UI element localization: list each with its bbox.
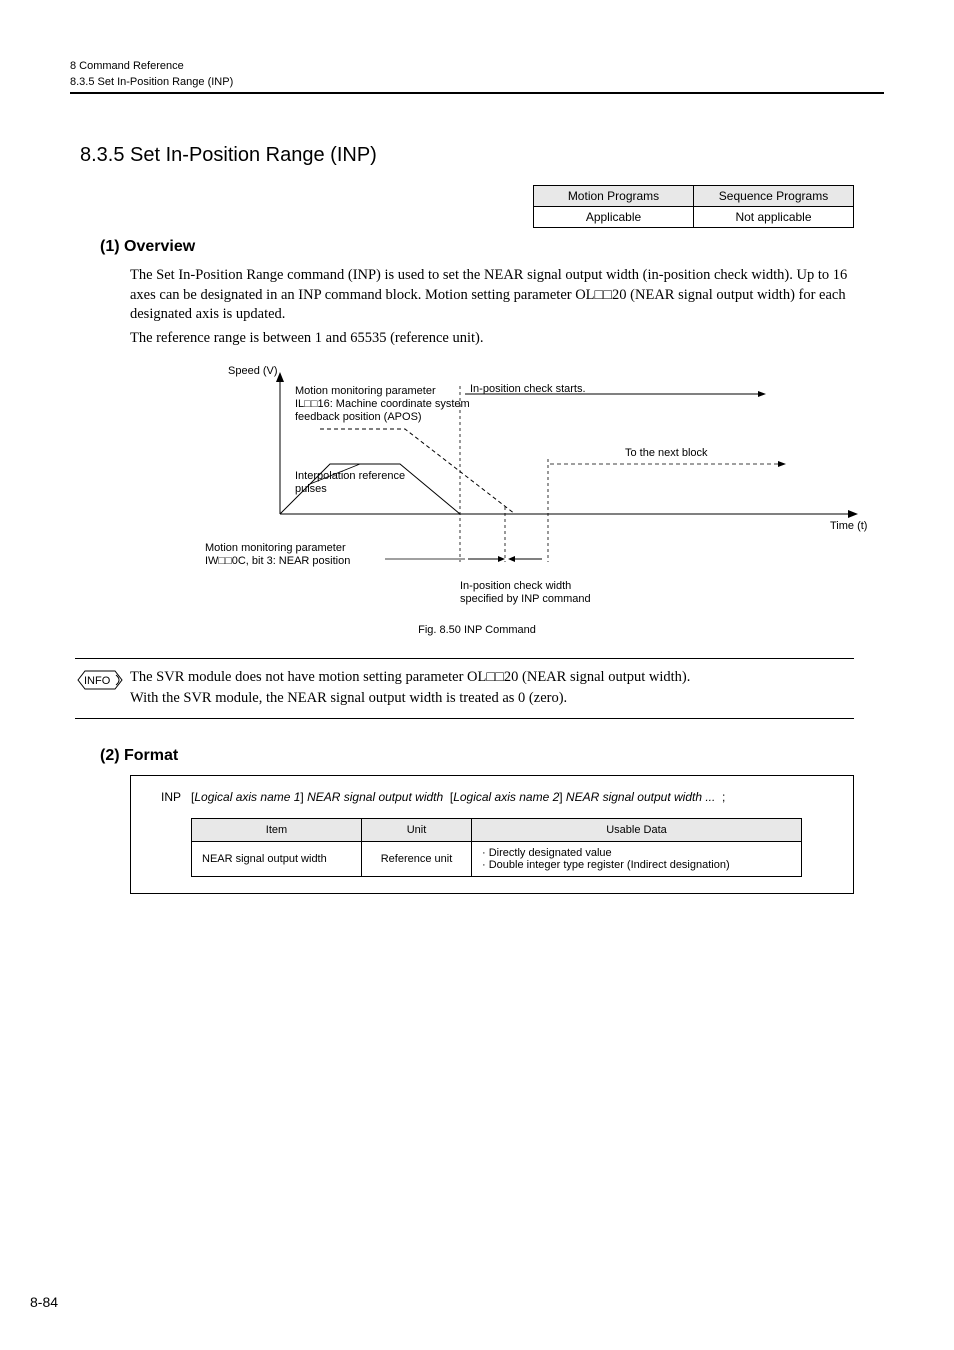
fig-mm1b: IL□□16: Machine coordinate system [295, 398, 470, 410]
info-icon: INFO [75, 665, 130, 700]
fig-mm2a: Motion monitoring parameter [205, 542, 346, 554]
fmt-r1c1: NEAR signal output width [192, 841, 362, 876]
format-table: Item Unit Usable Data NEAR signal output… [191, 818, 802, 877]
fmt-th-item: Item [192, 818, 362, 841]
overview-heading: (1) Overview [100, 238, 884, 256]
fig-interp-b: pulses [295, 483, 327, 495]
fig-mm1a: Motion monitoring parameter [295, 385, 436, 397]
overview-p1: The Set In-Position Range command (INP) … [130, 266, 854, 325]
format-heading: (2) Format [100, 747, 884, 765]
app-header-motion: Motion Programs [534, 186, 694, 207]
fmt-r1c2: Reference unit [362, 841, 472, 876]
fig-width-b: specified by INP command [460, 593, 591, 605]
header-section: 8.3.5 Set In-Position Range (INP) [70, 76, 884, 94]
fig-time-label: Time (t) [830, 520, 867, 532]
fig-mm1c: feedback position (APOS) [295, 411, 422, 423]
app-cell-sequence: Not applicable [694, 207, 854, 228]
app-header-sequence: Sequence Programs [694, 186, 854, 207]
info-line-1: The SVR module does not have motion sett… [130, 667, 690, 687]
fmt-th-data: Usable Data [472, 818, 802, 841]
svg-text:INFO: INFO [84, 675, 111, 687]
fig-mm2b: IW□□0C, bit 3: NEAR position [205, 555, 350, 567]
format-syntax: INP [Logical axis name 1] NEAR signal ou… [161, 790, 833, 804]
info-block: INFO The SVR module does not have motion… [75, 658, 854, 719]
page-number: 8-84 [30, 1294, 58, 1310]
overview-p2: The reference range is between 1 and 655… [130, 329, 854, 349]
inp-figure: Speed (V) Motion monitoring parameter IL… [180, 364, 880, 614]
fig-interp-a: Interpolation reference [295, 470, 405, 482]
header-chapter: 8 Command Reference [70, 60, 884, 72]
fig-next-block: To the next block [625, 447, 708, 459]
fig-width-a: In-position check width [460, 580, 571, 592]
fmt-th-unit: Unit [362, 818, 472, 841]
section-title: 8.3.5 Set In-Position Range (INP) [80, 144, 884, 167]
fig-speed-label: Speed (V) [228, 365, 278, 377]
figure-caption: Fig. 8.50 INP Command [70, 624, 884, 636]
fmt-r1c3: · Directly designated value · Double int… [472, 841, 802, 876]
app-cell-motion: Applicable [534, 207, 694, 228]
format-box: INP [Logical axis name 1] NEAR signal ou… [130, 775, 854, 894]
applicability-table: Motion Programs Sequence Programs Applic… [533, 185, 854, 228]
info-line-2: With the SVR module, the NEAR signal out… [130, 688, 690, 708]
fig-inpos-start: In-position check starts. [470, 383, 586, 395]
